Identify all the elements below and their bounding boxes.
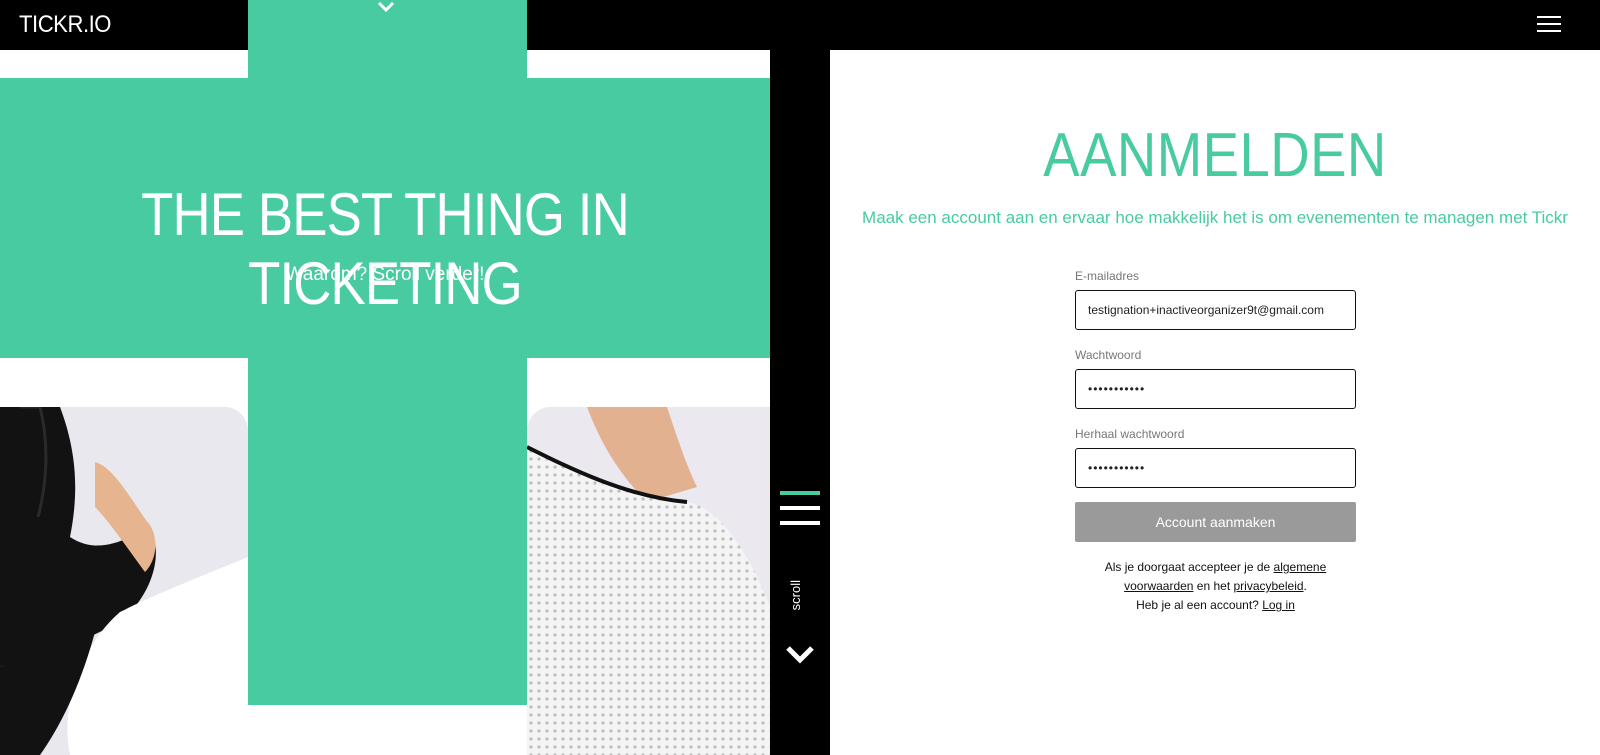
terms-text: Als je doorgaat accepteer je de algemene… — [1075, 558, 1356, 615]
repeat-password-label: Herhaal wachtwoord — [1075, 427, 1185, 441]
hero-title: THE BEST THING IN TICKETING — [141, 181, 630, 317]
terms-prefix: Als je doorgaat accepteer je de — [1104, 560, 1274, 574]
chevron-down-icon[interactable] — [785, 644, 815, 666]
password-label: Wachtwoord — [1075, 348, 1142, 362]
email-field[interactable]: testignation+inactiveorganizer9t@gmail.c… — [1075, 290, 1356, 330]
form-subtitle: Maak een account aan en ervaar hoe makke… — [862, 208, 1568, 227]
login-link[interactable]: Log in — [1262, 598, 1295, 612]
privacy-link[interactable]: privacybeleid — [1234, 579, 1304, 593]
chevron-down-icon[interactable] — [377, 0, 395, 14]
form-title: AANMELDEN — [1043, 121, 1387, 190]
read-more-link[interactable]: Lees meer — [248, 720, 527, 741]
hero-photo-right — [527, 407, 770, 755]
terms-suffix: . — [1303, 579, 1307, 593]
top-navbar: TICKR.IO — [0, 0, 1600, 50]
password-field[interactable]: ••••••••••• — [1075, 369, 1356, 409]
create-account-button[interactable]: Account aanmaken — [1075, 502, 1356, 542]
hamburger-icon[interactable] — [780, 491, 820, 527]
terms-middle: en het — [1193, 579, 1234, 593]
scroll-label: scroll — [788, 580, 803, 611]
email-label: E-mailadres — [1075, 269, 1140, 283]
repeat-password-field[interactable]: ••••••••••• — [1075, 448, 1356, 488]
hero-photo-left — [0, 407, 248, 755]
hamburger-icon[interactable] — [1537, 16, 1561, 34]
hero-subtitle: Waarom? Scroll verder! — [285, 264, 485, 285]
login-prefix: Heb je al een account? — [1136, 598, 1263, 612]
hero-green-column — [248, 358, 527, 705]
logo[interactable]: TICKR.IO — [19, 11, 111, 39]
